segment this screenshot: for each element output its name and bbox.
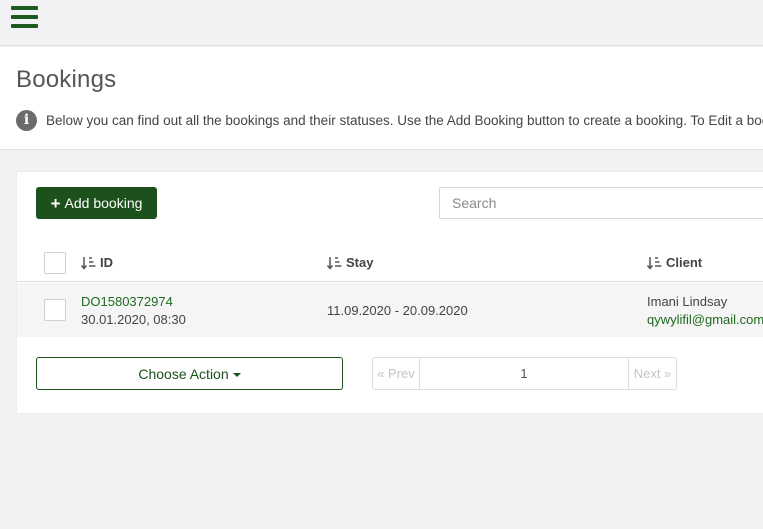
select-all-checkbox[interactable] — [44, 252, 66, 274]
booking-stay-dates: 11.09.2020 - 20.09.2020 — [327, 303, 468, 318]
column-header-stay[interactable]: Stay — [327, 255, 373, 270]
bookings-card: + Add booking ID Stay — [16, 171, 763, 414]
sort-icon — [327, 256, 342, 270]
column-label-stay: Stay — [346, 255, 374, 270]
add-booking-button[interactable]: + Add booking — [36, 187, 157, 219]
sort-icon — [647, 256, 662, 270]
row-checkbox[interactable] — [44, 299, 66, 321]
plus-icon: + — [50, 193, 61, 213]
choose-action-label: Choose Action — [138, 365, 229, 382]
column-header-client[interactable]: Client — [647, 255, 702, 270]
column-header-id[interactable]: ID — [81, 255, 113, 270]
prev-page-button[interactable]: « Prev — [372, 357, 419, 390]
page-header: Bookings i Below you can find out all th… — [0, 47, 763, 150]
info-row: i Below you can find out all the booking… — [16, 108, 763, 132]
info-text: Below you can find out all the bookings … — [46, 112, 763, 128]
choose-action-dropdown[interactable]: Choose Action — [36, 357, 343, 390]
search-input[interactable] — [439, 187, 763, 219]
page-title: Bookings — [16, 66, 117, 93]
add-booking-label: Add booking — [64, 195, 143, 211]
booking-created-date: 30.01.2020, 08:30 — [81, 312, 186, 327]
caret-down-icon — [232, 372, 241, 377]
booking-id-link[interactable]: DO1580372974 — [81, 294, 173, 309]
sort-icon — [81, 256, 96, 270]
table-header: ID Stay Client — [17, 244, 763, 282]
table-row[interactable]: DO1580372974 30.01.2020, 08:30 11.09.202… — [17, 283, 763, 337]
next-page-button[interactable]: Next » — [629, 357, 677, 390]
column-label-id: ID — [100, 255, 113, 270]
hamburger-menu-icon[interactable] — [11, 6, 39, 30]
pagination: « Prev 1 Next » — [372, 357, 677, 390]
info-circle-icon: i — [16, 109, 37, 131]
client-name: Imani Lindsay — [647, 294, 728, 309]
page-number-button[interactable]: 1 — [419, 357, 629, 390]
client-email-link[interactable]: qywylifil@gmail.com — [647, 312, 763, 327]
top-bar — [0, 0, 763, 46]
column-label-client: Client — [666, 255, 703, 270]
